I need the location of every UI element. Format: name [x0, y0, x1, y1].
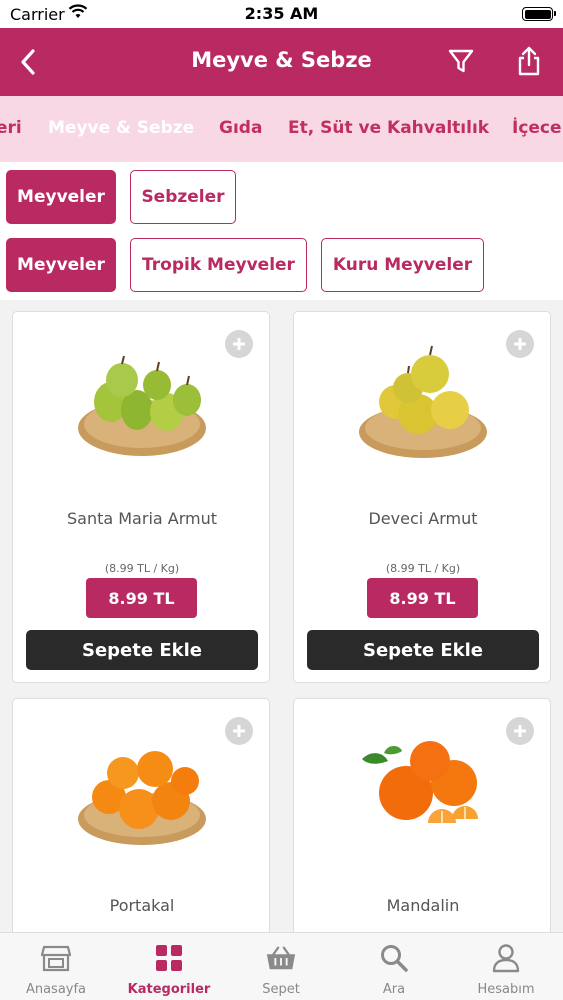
category-tab-meyve-sebze[interactable]: Meyve & Sebze: [48, 118, 194, 138]
tab-label: Kategoriler: [127, 982, 211, 997]
chip-tropik-meyveler[interactable]: Tropik Meyveler: [130, 238, 307, 292]
chip-kuru-meyveler[interactable]: Kuru Meyveler: [321, 238, 484, 292]
product-card[interactable]: Deveci Armut (8.99 TL / Kg) 8.99 TL Sepe…: [293, 311, 551, 683]
basket-icon: [265, 942, 297, 974]
add-icon[interactable]: [225, 330, 253, 358]
chip-sebzeler[interactable]: Sebzeler: [130, 170, 236, 224]
filter-button[interactable]: [444, 44, 478, 78]
chip-meyveler[interactable]: Meyveler: [6, 170, 116, 224]
filter-icon: [448, 49, 474, 73]
tab-label: Hesabım: [477, 982, 535, 997]
add-icon[interactable]: [506, 330, 534, 358]
add-icon[interactable]: [225, 717, 253, 745]
battery-icon: [522, 7, 556, 21]
product-card[interactable]: Santa Maria Armut (8.99 TL / Kg) 8.99 TL…: [12, 311, 270, 683]
tab-label: Ara: [382, 982, 406, 997]
add-to-cart-button[interactable]: Sepete Ekle: [307, 630, 539, 670]
tab-sepet[interactable]: Sepet: [225, 933, 337, 1000]
share-icon: [518, 46, 540, 76]
price-badge: 8.99 TL: [86, 578, 197, 618]
page-title: Meyve & Sebze: [191, 48, 372, 72]
store-icon: [40, 942, 72, 974]
category-tab-et-sut[interactable]: Et, Süt ve Kahvaltılık: [288, 118, 489, 138]
nav-bar: Meyve & Sebze: [0, 28, 563, 96]
tab-kategoriler[interactable]: Kategoriler: [113, 933, 225, 1000]
grid-icon: [153, 942, 185, 974]
price-badge: 8.99 TL: [367, 578, 478, 618]
product-name: Portakal: [109, 896, 175, 915]
category-tab-gida[interactable]: Gıda: [219, 118, 262, 138]
subcategory-filters: Meyveler Sebzeler Meyveler Tropik Meyvel…: [0, 162, 563, 300]
product-name: Mandalin: [386, 896, 460, 915]
share-button[interactable]: [512, 42, 546, 80]
add-icon[interactable]: [506, 717, 534, 745]
orange-image: [78, 751, 206, 845]
mandarin-image: [362, 741, 478, 823]
category-strip: eri Meyve & Sebze Gıda Et, Süt ve Kahval…: [0, 96, 563, 162]
tab-label: Anasayfa: [25, 982, 87, 997]
add-to-cart-button[interactable]: Sepete Ekle: [26, 630, 258, 670]
tab-label: Sepet: [262, 982, 300, 997]
unit-price: (8.99 TL / Kg): [385, 562, 461, 575]
product-card[interactable]: Mandalin: [293, 698, 551, 948]
tab-hesabim[interactable]: Hesabım: [450, 933, 562, 1000]
chip-meyveler-sub[interactable]: Meyveler: [6, 238, 116, 292]
search-icon: [378, 942, 410, 974]
status-bar: Carrier 2:35 AM: [0, 0, 563, 28]
product-name: Santa Maria Armut: [66, 509, 218, 528]
category-tab-icecek[interactable]: İçece: [512, 118, 562, 138]
unit-price: (8.99 TL / Kg): [104, 562, 180, 575]
clock: 2:35 AM: [244, 4, 319, 23]
product-card[interactable]: Portakal: [12, 698, 270, 948]
pear-image: [359, 345, 487, 458]
tab-ara[interactable]: Ara: [338, 933, 450, 1000]
tab-anasayfa[interactable]: Anasayfa: [0, 933, 112, 1000]
user-icon: [490, 942, 522, 974]
pear-image: [78, 355, 206, 456]
tab-bar: Anasayfa Kategoriler Sepet Ara Hesabım: [0, 932, 563, 1000]
product-name: Deveci Armut: [368, 509, 478, 528]
category-tab-prev[interactable]: eri: [0, 118, 22, 138]
